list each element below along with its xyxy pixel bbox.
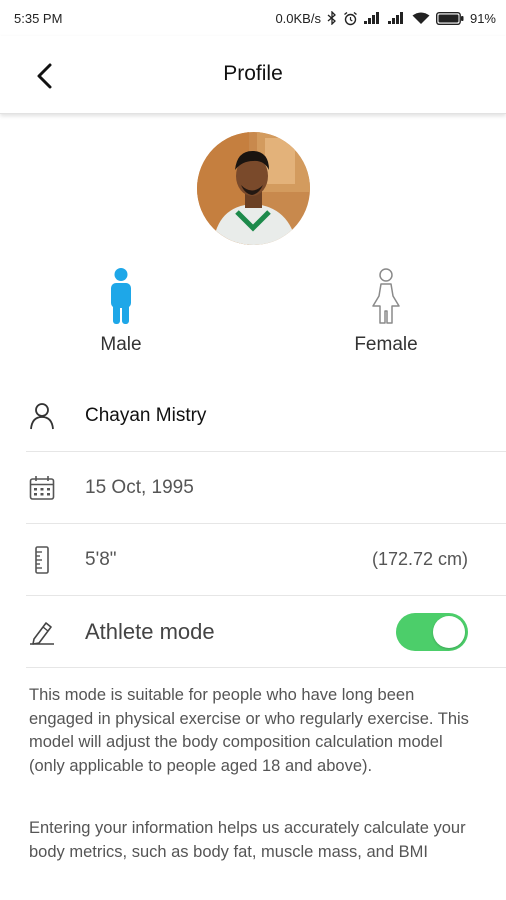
name-row[interactable]: Chayan Mistry: [26, 380, 506, 452]
height-row[interactable]: 5'8" (172.72 cm): [26, 524, 506, 596]
status-bar: 5:35 PM 0.0KB/s 91%: [0, 0, 506, 36]
male-icon: [111, 268, 131, 324]
ruler-icon: [26, 544, 58, 576]
battery-icon: [435, 11, 464, 25]
name-value: Chayan Mistry: [85, 404, 207, 426]
avatar-image: [197, 132, 310, 245]
height-value: 5'8": [85, 548, 117, 570]
avatar[interactable]: [197, 132, 310, 245]
status-time: 5:35 PM: [14, 10, 63, 26]
person-icon: [26, 400, 58, 432]
birthdate-row[interactable]: 15 Oct, 1995: [26, 452, 506, 524]
calendar-icon: [26, 472, 58, 504]
female-icon: [372, 268, 400, 324]
network-speed: 0.0KB/s: [275, 10, 321, 26]
bluetooth-icon: [327, 11, 337, 25]
athlete-mode-label: Athlete mode: [85, 618, 215, 644]
gender-male-label: Male: [100, 334, 142, 355]
status-icons: 0.0KB/s 91%: [275, 11, 496, 26]
gender-male-option[interactable]: Male: [46, 268, 196, 356]
athlete-mode-description: This mode is suitable for people who hav…: [29, 686, 469, 775]
signal-icon: [387, 12, 406, 24]
signal-icon: [363, 12, 382, 24]
pencil-icon: [26, 616, 58, 648]
gender-female-option[interactable]: Female: [311, 268, 461, 356]
gender-female-label: Female: [354, 334, 418, 355]
height-metric-value: (172.72 cm): [371, 549, 468, 569]
wifi-icon: [412, 12, 430, 25]
alarm-icon: [343, 11, 358, 26]
athlete-mode-toggle[interactable]: [396, 613, 468, 651]
info-description: Entering your information helps us accur…: [29, 819, 466, 861]
athlete-mode-row: Athlete mode: [26, 596, 506, 668]
birthdate-value: 15 Oct, 1995: [85, 476, 194, 498]
app-bar: Profile: [0, 36, 506, 114]
battery-level: 91%: [469, 10, 496, 26]
toggle-knob: [433, 616, 465, 648]
page-title: Profile: [223, 62, 283, 85]
